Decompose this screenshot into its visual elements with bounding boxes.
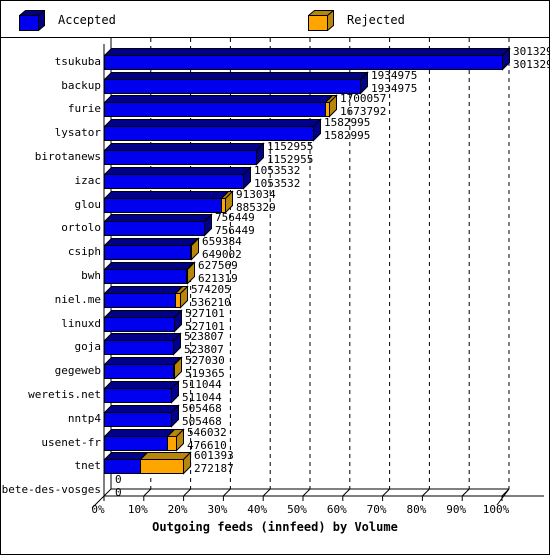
legend-label-rejected: Rejected <box>347 13 405 27</box>
chart-x-axis: 0% 10% 20% 30% 40% 50% 60% 70% 80% 90% 100% <box>1 38 549 554</box>
legend-label-accepted: Accepted <box>58 13 116 27</box>
cube-icon-accepted <box>18 8 46 32</box>
x-tick-label: 60% <box>326 503 347 516</box>
x-tick-label: 70% <box>366 503 387 516</box>
legend-item-rejected: Rejected <box>307 8 405 32</box>
x-tick-label: 90% <box>446 503 467 516</box>
chart-x-axis-title: Outgoing feeds (innfeed) by Volume <box>152 520 398 534</box>
x-tick-label: 100% <box>482 503 510 516</box>
x-tick-label: 80% <box>406 503 427 516</box>
x-tick-label: 30% <box>207 503 228 516</box>
cube-icon-rejected <box>307 8 335 32</box>
chart-legend: Accepted Rejected <box>1 1 549 38</box>
x-tick-label: 40% <box>247 503 268 516</box>
legend-item-accepted: Accepted <box>18 8 116 32</box>
x-tick-label: 20% <box>167 503 188 516</box>
x-tick-label: 0% <box>91 503 105 516</box>
x-tick-label: 10% <box>127 503 148 516</box>
chart-plot-area: tsukuba backup furie lysator birotanews izac g… <box>1 38 550 554</box>
x-tick-label: 50% <box>287 503 307 516</box>
chart-window: Accepted Rejected tsukuba backup furie lysa… <box>0 0 550 555</box>
